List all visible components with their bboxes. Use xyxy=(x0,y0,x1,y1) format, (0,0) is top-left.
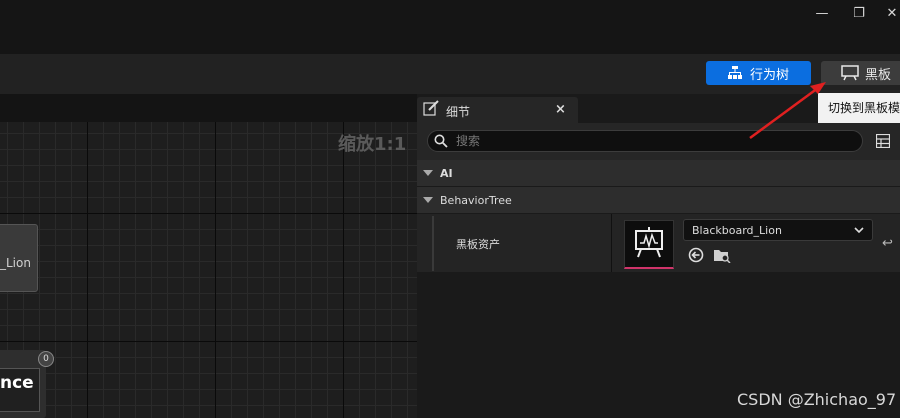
title-bar xyxy=(0,0,900,54)
indent-guide xyxy=(432,216,434,271)
search-icon xyxy=(434,134,448,148)
blackboard-label: 黑板 xyxy=(865,67,892,83)
asset-picker-dropdown[interactable]: Blackboard_Lion xyxy=(683,219,873,241)
category-behaviortree[interactable]: BehaviorTree xyxy=(417,187,900,214)
browse-icon[interactable] xyxy=(713,247,731,263)
asset-thumbnail[interactable] xyxy=(624,220,674,269)
property-label: 黑板资产 xyxy=(456,238,500,251)
grid-icon[interactable] xyxy=(876,134,890,148)
reset-icon[interactable]: ↩ xyxy=(882,236,893,251)
tab-details[interactable] xyxy=(417,97,578,123)
category-label: AI xyxy=(440,166,453,180)
blackboard-button[interactable]: 黑板 xyxy=(821,61,900,85)
maximize-button[interactable]: ❐ xyxy=(849,6,869,22)
blackboard-icon xyxy=(841,65,859,81)
minimize-button[interactable]: — xyxy=(812,6,832,22)
tree-icon xyxy=(727,66,742,79)
blackboard-asset-icon xyxy=(635,227,663,258)
graph-node-sequence-label: nce xyxy=(0,373,34,393)
expand-arrow-icon xyxy=(423,170,433,176)
column-divider[interactable] xyxy=(611,214,612,272)
close-button[interactable]: ✕ xyxy=(882,6,900,22)
asset-picker-value: Blackboard_Lion xyxy=(692,223,782,237)
expand-arrow-icon xyxy=(423,197,433,203)
use-selected-icon[interactable] xyxy=(688,247,704,263)
category-ai[interactable]: AI xyxy=(417,160,900,187)
tooltip: 切换到黑板模 xyxy=(818,93,900,123)
graph-node-root-label: _Lion xyxy=(0,256,31,270)
pencil-icon xyxy=(423,100,439,116)
node-index-badge: 0 xyxy=(38,351,54,367)
tab-close-button[interactable]: × xyxy=(555,102,566,117)
zoom-label: 缩放1:1 xyxy=(338,134,407,155)
graph-header xyxy=(0,94,417,122)
annotation-arrow xyxy=(749,82,826,140)
chevron-down-icon xyxy=(854,226,864,233)
category-label: BehaviorTree xyxy=(440,193,512,207)
tab-details-label: 细节 xyxy=(446,105,471,119)
watermark: CSDN @Zhichao_97 xyxy=(737,390,897,409)
